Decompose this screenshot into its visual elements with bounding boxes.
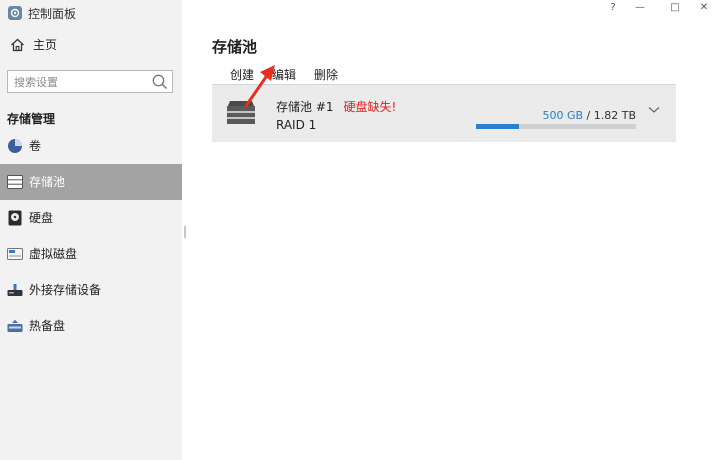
app-title: 控制面板	[8, 5, 76, 21]
sidebar-item-virtual-disk[interactable]: 虚拟磁盘	[0, 236, 182, 272]
pool-name: 存储池 #1	[276, 100, 334, 114]
sidebar-item-label: 外接存储设备	[29, 283, 102, 297]
sidebar-item-label: 卷	[29, 139, 42, 153]
sidebar: 控制面板 主页 存储管理 卷	[0, 0, 182, 460]
panel-splitter-handle[interactable]	[184, 226, 186, 238]
maximize-button[interactable]: □	[665, 1, 685, 15]
sidebar-nav: 卷 存储池 硬盘 虚拟磁盘 外接存储设备 热备盘	[0, 128, 182, 344]
sidebar-item-hot-spare[interactable]: 热备盘	[0, 308, 182, 344]
hdd-icon	[7, 210, 23, 226]
sidebar-item-label: 虚拟磁盘	[29, 247, 78, 261]
pool-usage-bar-fill	[476, 124, 520, 129]
volume-pie-icon	[7, 138, 23, 154]
sidebar-item-label: 热备盘	[29, 319, 66, 333]
pool-name-line: 存储池 #1 硬盘缺失!	[276, 98, 396, 115]
external-storage-icon	[7, 282, 23, 298]
virtual-disk-icon	[7, 246, 23, 262]
home-label: 主页	[33, 38, 58, 52]
pool-raid-level: RAID 1	[276, 118, 317, 132]
pool-warning: 硬盘缺失!	[343, 100, 397, 114]
sidebar-item-hdd[interactable]: 硬盘	[0, 200, 182, 236]
section-title: 存储管理	[7, 112, 56, 126]
page-title: 存储池	[212, 38, 258, 56]
storage-pool-icon	[7, 174, 23, 190]
app-title-text: 控制面板	[28, 6, 77, 21]
home-link[interactable]: 主页	[10, 36, 57, 53]
delete-button[interactable]: 删除	[314, 66, 338, 83]
help-button[interactable]: ?	[603, 1, 623, 15]
sidebar-item-storage-pool[interactable]: 存储池	[0, 164, 182, 200]
sidebar-item-label: 硬盘	[29, 211, 54, 225]
sidebar-item-volume[interactable]: 卷	[0, 128, 182, 164]
hot-spare-icon	[7, 318, 23, 334]
sidebar-item-label: 存储池	[29, 175, 66, 189]
chevron-down-icon[interactable]	[648, 99, 660, 118]
pool-used: 500 GB	[542, 109, 584, 122]
search-input[interactable]	[8, 72, 154, 93]
minimize-button[interactable]: —	[630, 1, 650, 15]
pool-total: 1.82 TB	[593, 109, 636, 122]
home-icon	[11, 38, 24, 51]
search-box	[7, 70, 173, 93]
pool-usage-bar	[476, 124, 636, 129]
search-icon[interactable]	[151, 73, 169, 91]
control-panel-icon	[8, 6, 22, 20]
annotation-arrow-icon	[244, 65, 275, 108]
close-button[interactable]: ✕	[694, 1, 714, 15]
pool-usage-text: 500 GB / 1.82 TB	[542, 109, 636, 122]
pool-usage-separator: /	[583, 109, 594, 122]
sidebar-item-external-storage[interactable]: 外接存储设备	[0, 272, 182, 308]
